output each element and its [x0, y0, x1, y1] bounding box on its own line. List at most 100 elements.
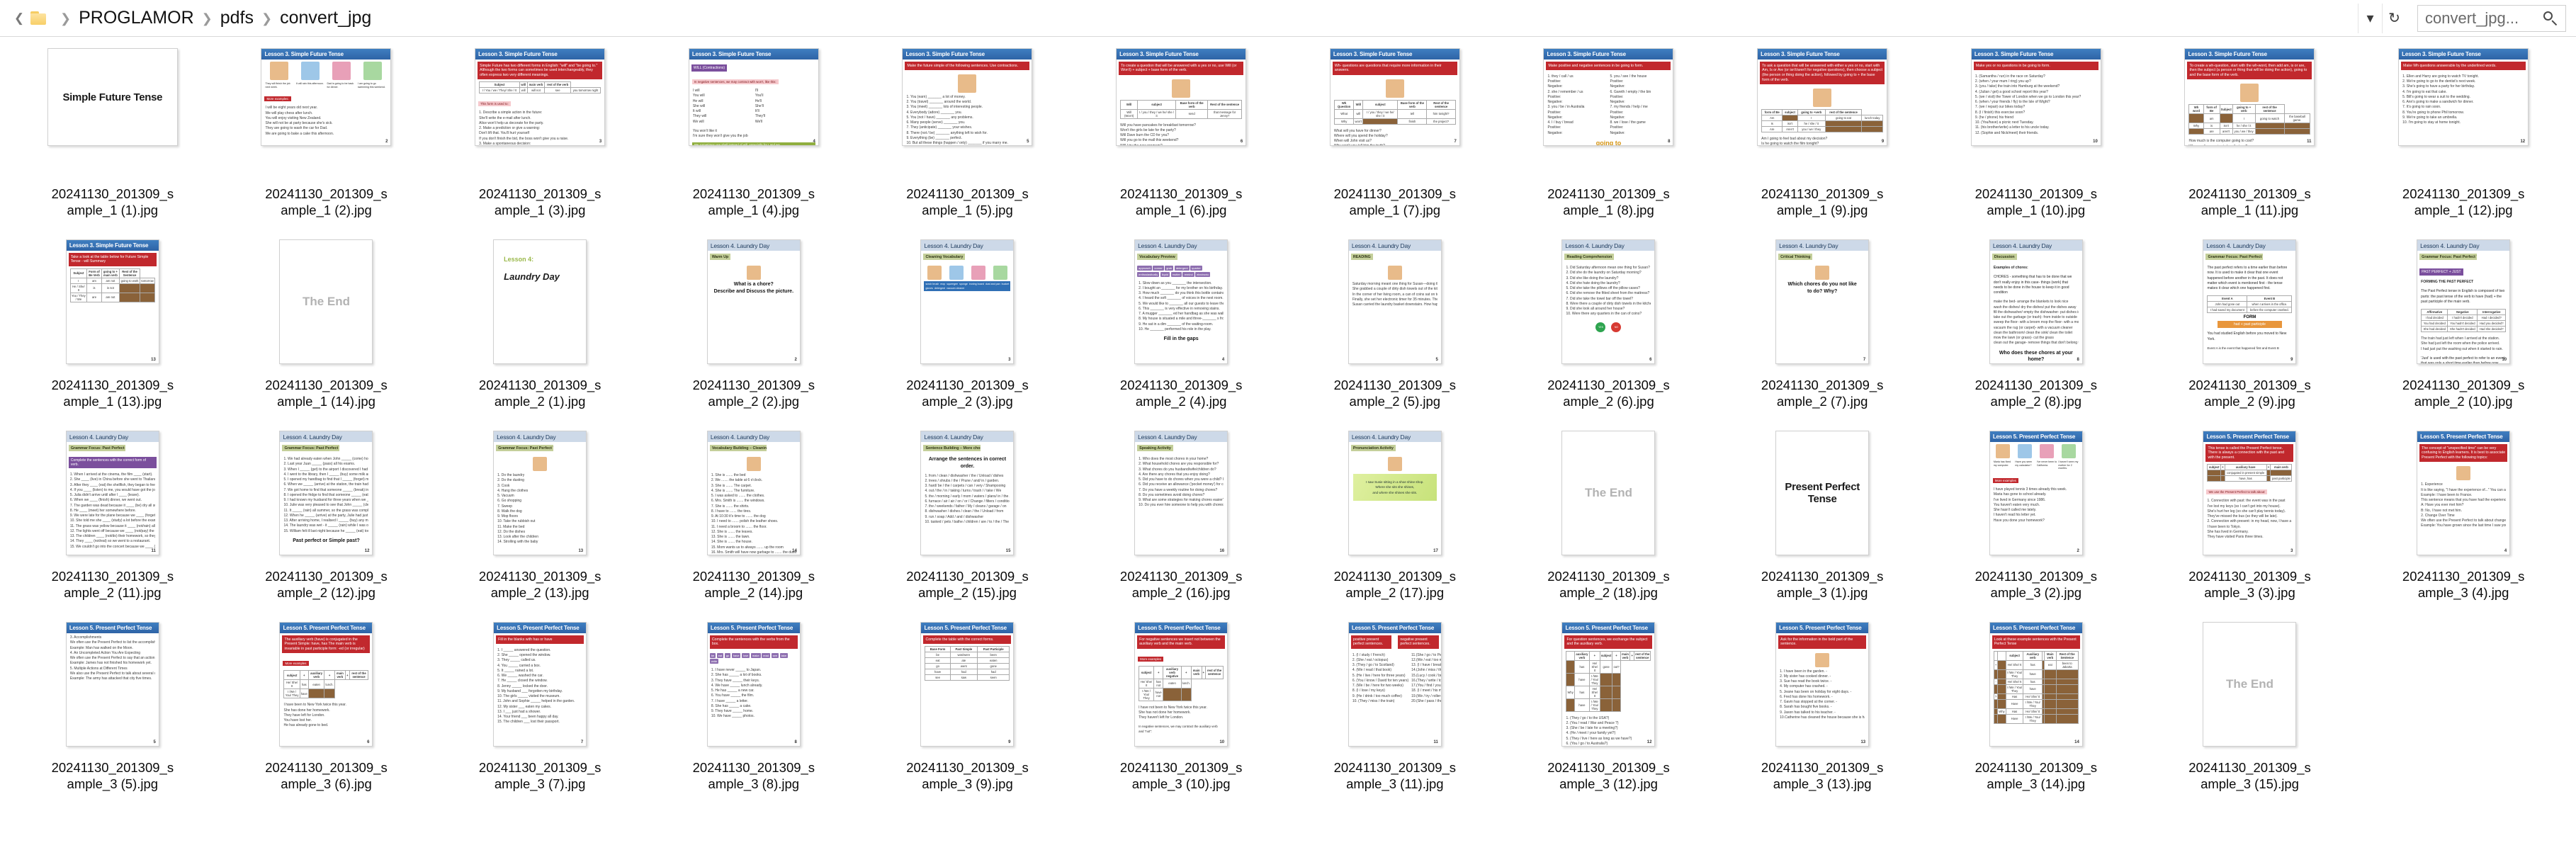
file-thumbnail: Lesson 4. Laundry Day Warm Up What is a ch… [647, 239, 861, 374]
slide-line: 1. Do the laundry [497, 473, 525, 477]
slide-line: 1. Slow down as you _______ the intersec… [1139, 280, 1212, 285]
chevron-left-icon[interactable]: ❮ [10, 9, 28, 28]
breadcrumb-item-convert-jpg[interactable]: convert_jpg [276, 7, 375, 29]
slide-line: 9. He sat in a dim _______ of the waitin… [1139, 322, 1214, 327]
people-doing-chores-illustration-thumb-art [533, 457, 548, 471]
file-item[interactable]: Lesson 3. Simple Future Tense They will f… [220, 44, 434, 235]
slide-header: Lesson 4. Laundry Day [921, 431, 1014, 442]
word-chip: grab [1165, 266, 1174, 271]
file-item[interactable]: Lesson 4. Laundry Day Grammar Focus: Past… [220, 426, 434, 618]
file-item[interactable]: Lesson 5. Present Perfect Tense positive … [1288, 618, 1502, 809]
file-item[interactable]: Present Perfect Tense 20241130_201309_sam… [1715, 426, 1929, 618]
file-item[interactable]: Lesson 5. Present Perfect Tense Complete … [647, 618, 861, 809]
file-name-label: 20241130_201309_sample_2 (13).jpg [478, 569, 601, 600]
breadcrumb-item-proglamor[interactable]: PROGLAMOR [74, 7, 198, 29]
slide-line: What will you have for dinner? [1333, 128, 1382, 133]
file-list-area[interactable]: Simple Future Tense 20241130_201309_sampl… [0, 37, 2576, 850]
slide-line: 3. you / be / in Australia [1547, 105, 1585, 110]
file-item[interactable]: Lesson 4. Laundry Day Pronunciation Activ… [1288, 426, 1502, 618]
file-name-label: 20241130_201309_sample_2 (12).jpg [265, 569, 388, 600]
slide-canvas: Lesson 4. Laundry Day Vocabulary Building… [707, 431, 800, 555]
file-item[interactable]: Lesson 5. Present Perfect Tense Maria has… [1929, 426, 2143, 618]
file-item[interactable]: The End 20241130_201309_sample_3 (15).jpg [2143, 618, 2357, 809]
file-item[interactable]: The End 20241130_201309_sample_1 (14).jpg [220, 235, 434, 426]
yes-no-buttons: YES NO [1562, 322, 1654, 332]
file-item[interactable]: Lesson 3. Simple Future Tense Make positi… [1502, 44, 1716, 235]
slide-line: 10. (They / miss / the train) [1352, 698, 1395, 703]
thumbnail-image: Lesson 4. Laundry Day Grammar Focus: Past… [2417, 239, 2511, 364]
file-item[interactable]: Lesson 3. Simple Future Tense Make Wh que… [2356, 44, 2570, 235]
refresh-icon[interactable]: ↻ [2382, 3, 2406, 33]
slide-line: 6. We _____ washed the car. [497, 674, 543, 678]
file-item[interactable]: Lesson 3. Simple Future Tense Simple Futu… [433, 44, 647, 235]
file-item[interactable]: Lesson 5. Present Perfect Tense The auxil… [220, 618, 434, 809]
file-item[interactable]: Lesson 4. Laundry Day Speaking Activity 1.… [1074, 426, 1288, 618]
file-item[interactable]: Lesson 5. Present Perfect Tense Complete … [861, 618, 1075, 809]
slide-line: 9. run / soap / Add / and / dishwasher [925, 514, 984, 519]
file-thumbnail: Lesson 4. Laundry Day Vocabulary Building… [647, 431, 861, 565]
yes-button-art: YES [1595, 322, 1606, 332]
file-item[interactable]: Lesson 4. Laundry Day Critical Thinking Wh… [1715, 235, 1929, 426]
file-item[interactable]: Lesson 4. Laundry Day READING Saturday mor… [1288, 235, 1502, 426]
file-item[interactable]: Lesson 4. Laundry Day Discussion Examples … [1929, 235, 2143, 426]
file-item[interactable]: Lesson 3. Simple Future Tense Make the fu… [861, 44, 1075, 235]
file-item[interactable]: Simple Future Tense 20241130_201309_sampl… [6, 44, 220, 235]
word-chip: liquid [1160, 271, 1170, 277]
slide-line: 8. I opened the fridge to find that some… [283, 492, 369, 497]
file-item[interactable]: Lesson 5. Present Perfect Tense 3. Accomp… [6, 618, 220, 809]
file-item[interactable]: Lesson 5. Present Perfect Tense This tens… [2143, 426, 2357, 618]
file-item[interactable]: The End 20241130_201309_sample_2 (18).jpg [1502, 426, 1716, 618]
file-item[interactable]: Lesson 3. Simple Future Tense To create a… [1074, 44, 1288, 235]
file-item[interactable]: Lesson 4. Laundry Day Cleaning Vocabulary… [861, 235, 1075, 426]
file-item[interactable]: Lesson 4. Laundry Day Grammar Focus: Past… [433, 426, 647, 618]
slide-line: 5. you / see / the house [1610, 74, 1647, 79]
slide-line: 4. I'm going to eat that cake. [2402, 89, 2447, 94]
file-item[interactable]: Lesson 3. Simple Future Tense Wh- questio… [1288, 44, 1502, 235]
slide-line: Alice won't help us decorate for the par… [479, 120, 544, 125]
breadcrumb[interactable]: ❯ PROGLAMOR ❯ pdfs ❯ convert_jpg [57, 0, 2358, 36]
slide-page-number: 17 [1433, 549, 1438, 553]
slide-title: The End [2225, 677, 2274, 691]
file-item[interactable]: Lesson 4. Laundry Day Vocabulary Preview a… [1074, 235, 1288, 426]
slide-column-right: 11.(She / go / to Peru)12.(We / eat / to… [1411, 653, 1441, 705]
slide-line: 7. Gavin has stopped at the corner. - [1780, 700, 1838, 704]
file-item[interactable]: Lesson 4. Laundry Day Warm Up What is a ch… [647, 235, 861, 426]
file-item[interactable]: Lesson 4. Laundry Day Vocabulary Building… [647, 426, 861, 618]
slide-line: 3. Did she like doing the laundry? [1566, 276, 1619, 280]
file-item[interactable]: Lesson 3. Simple Future Tense To create a… [2143, 44, 2357, 235]
slide-line: 1. She is ....... the bed [711, 473, 746, 477]
file-item[interactable]: Lesson 5. Present Perfect Tense For negat… [1074, 618, 1288, 809]
slide-line: 11. I need a broom to ....... the floor. [711, 524, 767, 529]
slide-text-body: 1. You (earn) _______ a lot of money. 2. … [903, 93, 1032, 145]
file-item[interactable]: Lesson 5. Present Perfect Tense Look at t… [1929, 618, 2143, 809]
slide-line: 7. Did she take the towel bar off the to… [1566, 296, 1633, 301]
file-item[interactable]: Lesson 5. Present Perfect Tense Fill in t… [433, 618, 647, 809]
file-item[interactable]: Lesson 4. Laundry Day Grammar Focus: Past… [2356, 235, 2570, 426]
file-name-label: 20241130_201309_sample_2 (5).jpg [1333, 378, 1457, 409]
file-item[interactable]: Lesson 3. Simple Future Tense Make yes or… [1929, 44, 2143, 235]
file-item[interactable]: Lesson 4. Laundry Day Reading Comprehensi… [1502, 235, 1716, 426]
file-item[interactable]: Lesson 5. Present Perfect Tense Ask for t… [1715, 618, 1929, 809]
file-item[interactable]: Lesson 5. Present Perfect Tense The conce… [2356, 426, 2570, 618]
slide-line: Which chores do you not like [1787, 282, 1857, 287]
file-item[interactable]: Lesson 4. Laundry Day Grammar Focus: Past… [6, 426, 220, 618]
file-item[interactable]: Lesson 3. Simple Future Tense WILL (Contr… [647, 44, 861, 235]
slide-badge: More examples [1992, 478, 2018, 484]
file-item[interactable]: Lesson 4: Laundry Day 20241130_201309_samp… [433, 235, 647, 426]
file-item[interactable]: Lesson 3. Simple Future Tense To ask a qu… [1715, 44, 1929, 235]
file-item[interactable]: Lesson 4. Laundry Day Sentence Building –… [861, 426, 1075, 618]
slide-question: Who does these chores at your home? [1990, 348, 2082, 364]
slide-line: 7. I have _____ a letter. [711, 698, 749, 703]
slide-line: Negative: [1610, 84, 1625, 89]
breadcrumb-item-pdfs[interactable]: pdfs [216, 7, 258, 29]
slide-line: In the corner of her living room, a can … [1352, 292, 1437, 297]
chevron-down-icon[interactable]: ▾ [2358, 3, 2382, 33]
file-item[interactable]: Lesson 3. Simple Future Tense Take a look… [6, 235, 220, 426]
file-item[interactable]: Lesson 4. Laundry Day Grammar Focus: Past… [2143, 235, 2357, 426]
slide-canvas: Lesson 4. Laundry Day Discussion Examples … [1989, 240, 2082, 364]
slide-page-number: 10 [1219, 740, 1225, 744]
search-input[interactable]: convert_jpg... [2417, 4, 2566, 32]
slide-line: 5. Jeane has been on holiday for eight d… [1780, 689, 1852, 694]
file-thumbnail: Lesson 3. Simple Future Tense Make the fu… [861, 48, 1075, 183]
file-item[interactable]: Lesson 5. Present Perfect Tense For quest… [1502, 618, 1716, 809]
